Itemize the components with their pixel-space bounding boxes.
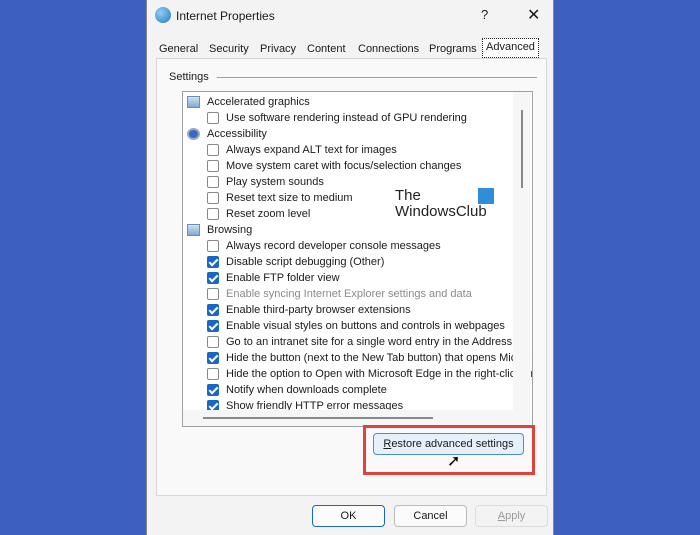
watermark-line1: The	[395, 187, 421, 204]
setting-label: Use software rendering instead of GPU re…	[226, 112, 467, 124]
group-divider	[217, 77, 537, 78]
tab-privacy[interactable]: Privacy	[260, 40, 296, 58]
window-title: Internet Properties	[176, 9, 275, 23]
setting-checkbox-row[interactable]: Go to an intranet site for a single word…	[183, 334, 531, 350]
apply-button[interactable]: Apply	[475, 505, 548, 527]
watermark-line2: WindowsClub	[395, 203, 487, 220]
horizontal-scrollbar[interactable]	[183, 410, 531, 426]
setting-checkbox-row[interactable]: Enable visual styles on buttons and cont…	[183, 318, 513, 334]
title-bar: Internet Properties ? ✕	[147, 0, 553, 32]
cancel-button[interactable]: Cancel	[394, 505, 467, 527]
setting-checkbox-row[interactable]: Notify when downloads complete	[183, 382, 513, 398]
vertical-scrollbar[interactable]	[513, 92, 531, 410]
checkbox[interactable]	[207, 288, 219, 300]
tab-connections[interactable]: Connections	[358, 40, 419, 58]
checkbox[interactable]	[207, 336, 219, 348]
tab-advanced[interactable]: Advanced	[482, 38, 539, 58]
browser-window-icon	[187, 224, 200, 236]
tab-content[interactable]: Content	[307, 40, 346, 58]
setting-label: Always record developer console messages	[226, 240, 441, 252]
setting-label: Enable third-party browser extensions	[226, 304, 411, 316]
setting-checkbox-row[interactable]: Always expand ALT text for images	[183, 142, 513, 158]
setting-label: Move system caret with focus/selection c…	[226, 160, 462, 172]
checkbox[interactable]	[207, 256, 219, 268]
setting-label: Hide the option to Open with Microsoft E…	[226, 368, 533, 380]
setting-category: Browsing	[183, 222, 513, 238]
windows-logo-icon	[478, 188, 494, 204]
accessibility-icon	[187, 128, 200, 140]
thewindowsclub-watermark: The WindowsClub	[395, 187, 494, 220]
help-button[interactable]: ?	[481, 7, 488, 22]
checkbox[interactable]	[207, 320, 219, 332]
setting-category: Accelerated graphics	[183, 94, 513, 110]
checkbox[interactable]	[207, 112, 219, 124]
checkbox[interactable]	[207, 176, 219, 188]
checkbox[interactable]	[207, 144, 219, 156]
setting-label: Accessibility	[207, 128, 267, 140]
setting-checkbox-row[interactable]: Enable syncing Internet Explorer setting…	[183, 286, 513, 302]
internet-globe-icon	[155, 7, 171, 23]
checkbox[interactable]	[207, 240, 219, 252]
setting-label: Go to an intranet site for a single word…	[226, 336, 532, 348]
monitor-icon	[187, 96, 200, 108]
setting-label: Browsing	[207, 224, 253, 236]
tab-programs[interactable]: Programs	[429, 40, 477, 58]
apply-label: pply	[505, 510, 526, 522]
setting-category: Accessibility	[183, 126, 513, 142]
setting-label: Enable syncing Internet Explorer setting…	[226, 288, 472, 300]
tab-security[interactable]: Security	[209, 40, 249, 58]
checkbox[interactable]	[207, 384, 219, 396]
setting-checkbox-row[interactable]: Hide the option to Open with Microsoft E…	[183, 366, 532, 382]
setting-label: Enable visual styles on buttons and cont…	[226, 320, 505, 332]
mouse-pointer-icon: ➚	[447, 453, 461, 470]
setting-checkbox-row[interactable]: Enable FTP folder view	[183, 270, 513, 286]
setting-checkbox-row[interactable]: Use software rendering instead of GPU re…	[183, 110, 513, 126]
setting-label: Enable FTP folder view	[226, 272, 340, 284]
ok-button[interactable]: OK	[312, 505, 385, 527]
setting-label: Play system sounds	[226, 176, 324, 188]
setting-label: Hide the button (next to the New Tab but…	[226, 352, 532, 364]
settings-group-label: Settings	[169, 71, 209, 83]
setting-label: Reset zoom level	[226, 208, 311, 220]
checkbox[interactable]	[207, 192, 219, 204]
setting-checkbox-row[interactable]: Always record developer console messages	[183, 238, 513, 254]
setting-checkbox-row[interactable]: Disable script debugging (Other)	[183, 254, 513, 270]
setting-label: Always expand ALT text for images	[226, 144, 397, 156]
close-button[interactable]: ✕	[527, 5, 540, 25]
apply-accel: A	[497, 510, 506, 522]
checkbox[interactable]	[207, 368, 219, 380]
checkbox[interactable]	[207, 160, 219, 172]
internet-properties-dialog: Internet Properties ? ✕ General Security…	[146, 0, 554, 535]
scroll-thumb[interactable]	[521, 110, 523, 188]
setting-checkbox-row[interactable]: Hide the button (next to the New Tab but…	[183, 350, 532, 366]
checkbox[interactable]	[207, 272, 219, 284]
checkbox[interactable]	[207, 208, 219, 220]
scroll-thumb[interactable]	[203, 417, 433, 419]
checkbox[interactable]	[207, 304, 219, 316]
setting-checkbox-row[interactable]: Move system caret with focus/selection c…	[183, 158, 513, 174]
setting-label: Reset text size to medium	[226, 192, 353, 204]
settings-list[interactable]: Show friendly HTTP error messages Notify …	[182, 91, 533, 427]
setting-checkbox-row[interactable]: Enable third-party browser extensions	[183, 302, 513, 318]
tab-general[interactable]: General	[159, 40, 198, 58]
setting-label: Accelerated graphics	[207, 96, 310, 108]
setting-label: Notify when downloads complete	[226, 384, 387, 396]
setting-label: Disable script debugging (Other)	[226, 256, 385, 268]
checkbox[interactable]	[207, 352, 219, 364]
